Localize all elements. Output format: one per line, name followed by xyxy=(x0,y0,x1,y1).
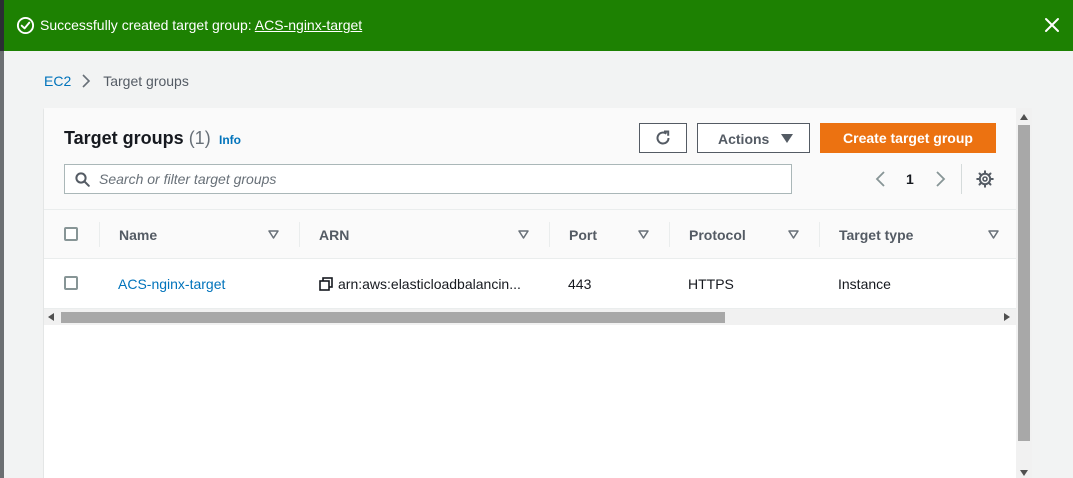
column-port-label: Port xyxy=(569,227,597,243)
banner-target-link[interactable]: ACS-nginx-target xyxy=(255,17,362,33)
pager-divider xyxy=(961,164,962,194)
check-circle-icon xyxy=(16,16,35,35)
title-text: Target groups xyxy=(64,128,184,148)
copy-icon[interactable] xyxy=(319,277,333,291)
breadcrumb: EC2 Target groups xyxy=(44,73,189,89)
window-edge xyxy=(0,0,4,478)
sort-icon[interactable] xyxy=(268,230,279,239)
row-select-checkbox[interactable] xyxy=(64,276,78,290)
sort-icon[interactable] xyxy=(788,230,799,239)
gear-icon[interactable] xyxy=(976,170,994,188)
vertical-scrollbar[interactable] xyxy=(1016,108,1032,478)
actions-button[interactable]: Actions xyxy=(697,123,810,153)
column-header-target-type[interactable]: Target type xyxy=(819,210,1016,259)
refresh-button[interactable] xyxy=(639,123,687,153)
sort-icon[interactable] xyxy=(518,230,529,239)
breadcrumb-current: Target groups xyxy=(103,73,189,89)
scroll-left-icon[interactable] xyxy=(48,313,54,321)
title-count: (1) xyxy=(188,128,211,148)
info-link[interactable]: Info xyxy=(219,133,241,147)
column-protocol-label: Protocol xyxy=(689,227,746,243)
column-header-port[interactable]: Port xyxy=(549,210,669,259)
select-all-checkbox[interactable] xyxy=(64,227,78,241)
row-name-link[interactable]: ACS-nginx-target xyxy=(118,276,225,292)
banner-text: Successfully created target group: xyxy=(40,17,255,33)
row-protocol: HTTPS xyxy=(688,276,734,292)
scroll-down-icon[interactable] xyxy=(1020,470,1028,476)
table-header: Name ARN Port Protocol Target type xyxy=(44,210,1016,259)
search-input[interactable] xyxy=(99,166,779,192)
success-banner: Successfully created target group: ACS-n… xyxy=(4,0,1073,51)
column-header-arn[interactable]: ARN xyxy=(299,210,549,259)
page-title: Target groups (1) xyxy=(64,128,211,149)
vertical-scroll-thumb[interactable] xyxy=(1018,125,1030,441)
refresh-icon xyxy=(656,130,670,145)
actions-label: Actions xyxy=(718,131,770,147)
column-target-type-label: Target type xyxy=(839,227,914,243)
search-icon xyxy=(75,172,90,187)
current-page-number[interactable]: 1 xyxy=(906,171,914,187)
panel-header: Target groups (1) Info Actions Create ta… xyxy=(44,108,1016,210)
close-icon[interactable] xyxy=(1043,16,1061,34)
chevron-right-icon xyxy=(82,74,91,88)
scroll-right-icon[interactable] xyxy=(1004,313,1010,321)
banner-message: Successfully created target group: ACS-n… xyxy=(40,17,362,33)
scroll-up-icon[interactable] xyxy=(1020,114,1028,120)
table-row[interactable]: ACS-nginx-target arn:aws:elasticloadbala… xyxy=(44,259,1016,309)
column-header-protocol[interactable]: Protocol xyxy=(669,210,819,259)
row-arn: arn:aws:elasticloadbalancin... xyxy=(338,276,521,292)
caret-down-icon xyxy=(781,134,793,143)
row-target-type: Instance xyxy=(838,276,891,292)
create-target-group-button[interactable]: Create target group xyxy=(820,123,996,153)
previous-page-icon[interactable] xyxy=(874,171,888,187)
column-arn-label: ARN xyxy=(319,227,350,243)
row-port: 443 xyxy=(568,276,592,292)
search-field[interactable] xyxy=(64,164,792,194)
next-page-icon[interactable] xyxy=(933,171,947,187)
column-header-name[interactable]: Name xyxy=(99,210,299,259)
column-name-label: Name xyxy=(119,227,158,243)
horizontal-scroll-thumb[interactable] xyxy=(61,312,725,323)
target-groups-panel: Target groups (1) Info Actions Create ta… xyxy=(44,108,1016,478)
breadcrumb-ec2-link[interactable]: EC2 xyxy=(44,73,71,89)
sort-icon[interactable] xyxy=(988,230,999,239)
sort-icon[interactable] xyxy=(638,230,649,239)
horizontal-scrollbar[interactable] xyxy=(44,309,1016,325)
